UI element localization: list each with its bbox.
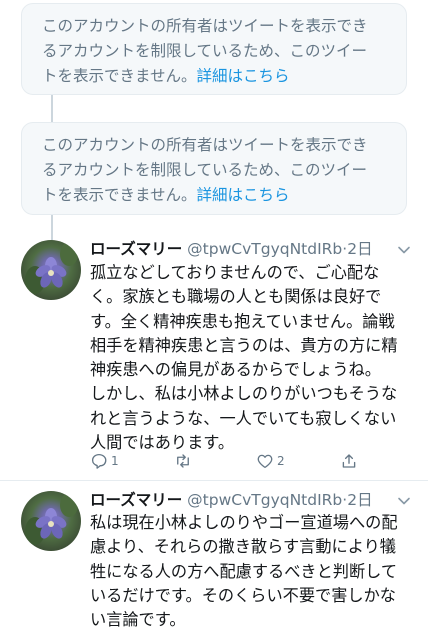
display-name[interactable]: ローズマリー [90,491,182,509]
tweet-text-line: いるだけです。そのくらい不要で害しかな [90,585,396,605]
chevron-down-icon[interactable] [396,493,412,509]
flower-avatar-image [25,242,78,294]
tweet-text-line: 孤立などしておりませんので、ご心配な [90,263,380,282]
tweet-text-line: い言論です。 [90,610,186,630]
withheld-text: トを表示できません。 [42,186,197,204]
avatar[interactable] [21,240,81,300]
thread-line [51,92,53,124]
timestamp[interactable]: 2日 [347,240,372,258]
tweet-header: ローズマリー @tpwCvTgyqNtdIRb·2日 [90,488,373,512]
user-handle[interactable]: @tpwCvTgyqNtdIRb [187,491,342,509]
like-count: 2 [277,454,285,468]
heart-icon [257,454,273,469]
like-button[interactable]: 2 [256,449,285,473]
withheld-text-line: このアカウントの所有者はツイートを表示でき [42,17,368,35]
learn-more-link[interactable]: 詳細はこちら [197,186,290,204]
withheld-text-line: トを表示できません。詳細はこちら [42,183,390,208]
share-icon [342,454,356,468]
reply-count: 1 [111,454,119,468]
tweet-text-line: す。全く精神疾患も抱えていません。論戦 [90,311,395,331]
tweet-text-line: 人間ではあります。 [90,433,235,453]
user-handle[interactable]: @tpwCvTgyqNtdIRb [187,240,342,258]
tweet-header: ローズマリー @tpwCvTgyqNtdIRb·2日 [90,237,373,261]
withheld-text-line: るアカウントを制限しているため、このツイー [42,161,368,179]
chevron-down-icon[interactable] [396,242,412,258]
flower-avatar-image [25,493,78,545]
retweet-button[interactable] [174,449,195,473]
withheld-text-line: このアカウントの所有者はツイートを表示でき [42,136,368,154]
tweet-text-line: 相手を精神疾患と言うのは、貴方の方に精 [90,335,398,355]
withheld-tweet-notice: このアカウントの所有者はツイートを表示でき るアカウントを制限しているため、この… [21,122,407,215]
thread-line [51,214,53,242]
tweet-text-line: 牲になる人の方へ配慮するべきと判断して [90,561,398,581]
withheld-text: トを表示できません。 [42,67,197,85]
tweet-text: 私は現在小林よしのりやゴー宣道場への配 慮より、それらの撒き散らす言動により犠 … [90,511,408,632]
learn-more-link[interactable]: 詳細はこちら [197,67,290,85]
tweet-text-line: 神疾患への偏見があるからでしょうね。 [90,360,381,380]
withheld-text-line: トを表示できません。詳細はこちら [42,64,390,89]
timestamp[interactable]: 2日 [347,491,372,509]
reply-icon [91,453,107,469]
retweet-icon [177,454,189,468]
tweet-text-line: く。家族とも職場の人とも関係は良好で [90,287,382,307]
tweet-text-line: 慮より、それらの撒き散らす言動により犠 [90,537,396,557]
tweet-text-line: 私は現在小林よしのりやゴー宣道場への配 [90,513,398,532]
tweet-text: 孤立などしておりませんので、ご心配な く。家族とも職場の人とも関係は良好で す。… [90,261,408,455]
share-button[interactable] [340,449,358,473]
tweet-text-line: れと言うような、一人でいても寂しくない [90,408,397,428]
withheld-tweet-notice: このアカウントの所有者はツイートを表示でき るアカウントを制限しているため、この… [21,3,407,95]
reply-button[interactable]: 1 [90,449,119,473]
avatar[interactable] [21,491,81,551]
withheld-text-line: るアカウントを制限しているため、このツイー [42,42,368,60]
display-name[interactable]: ローズマリー [90,240,182,258]
tweet-divider [0,480,428,481]
tweet-text-line: しかし、私は小林よしのりがいつもそうな [90,384,398,404]
